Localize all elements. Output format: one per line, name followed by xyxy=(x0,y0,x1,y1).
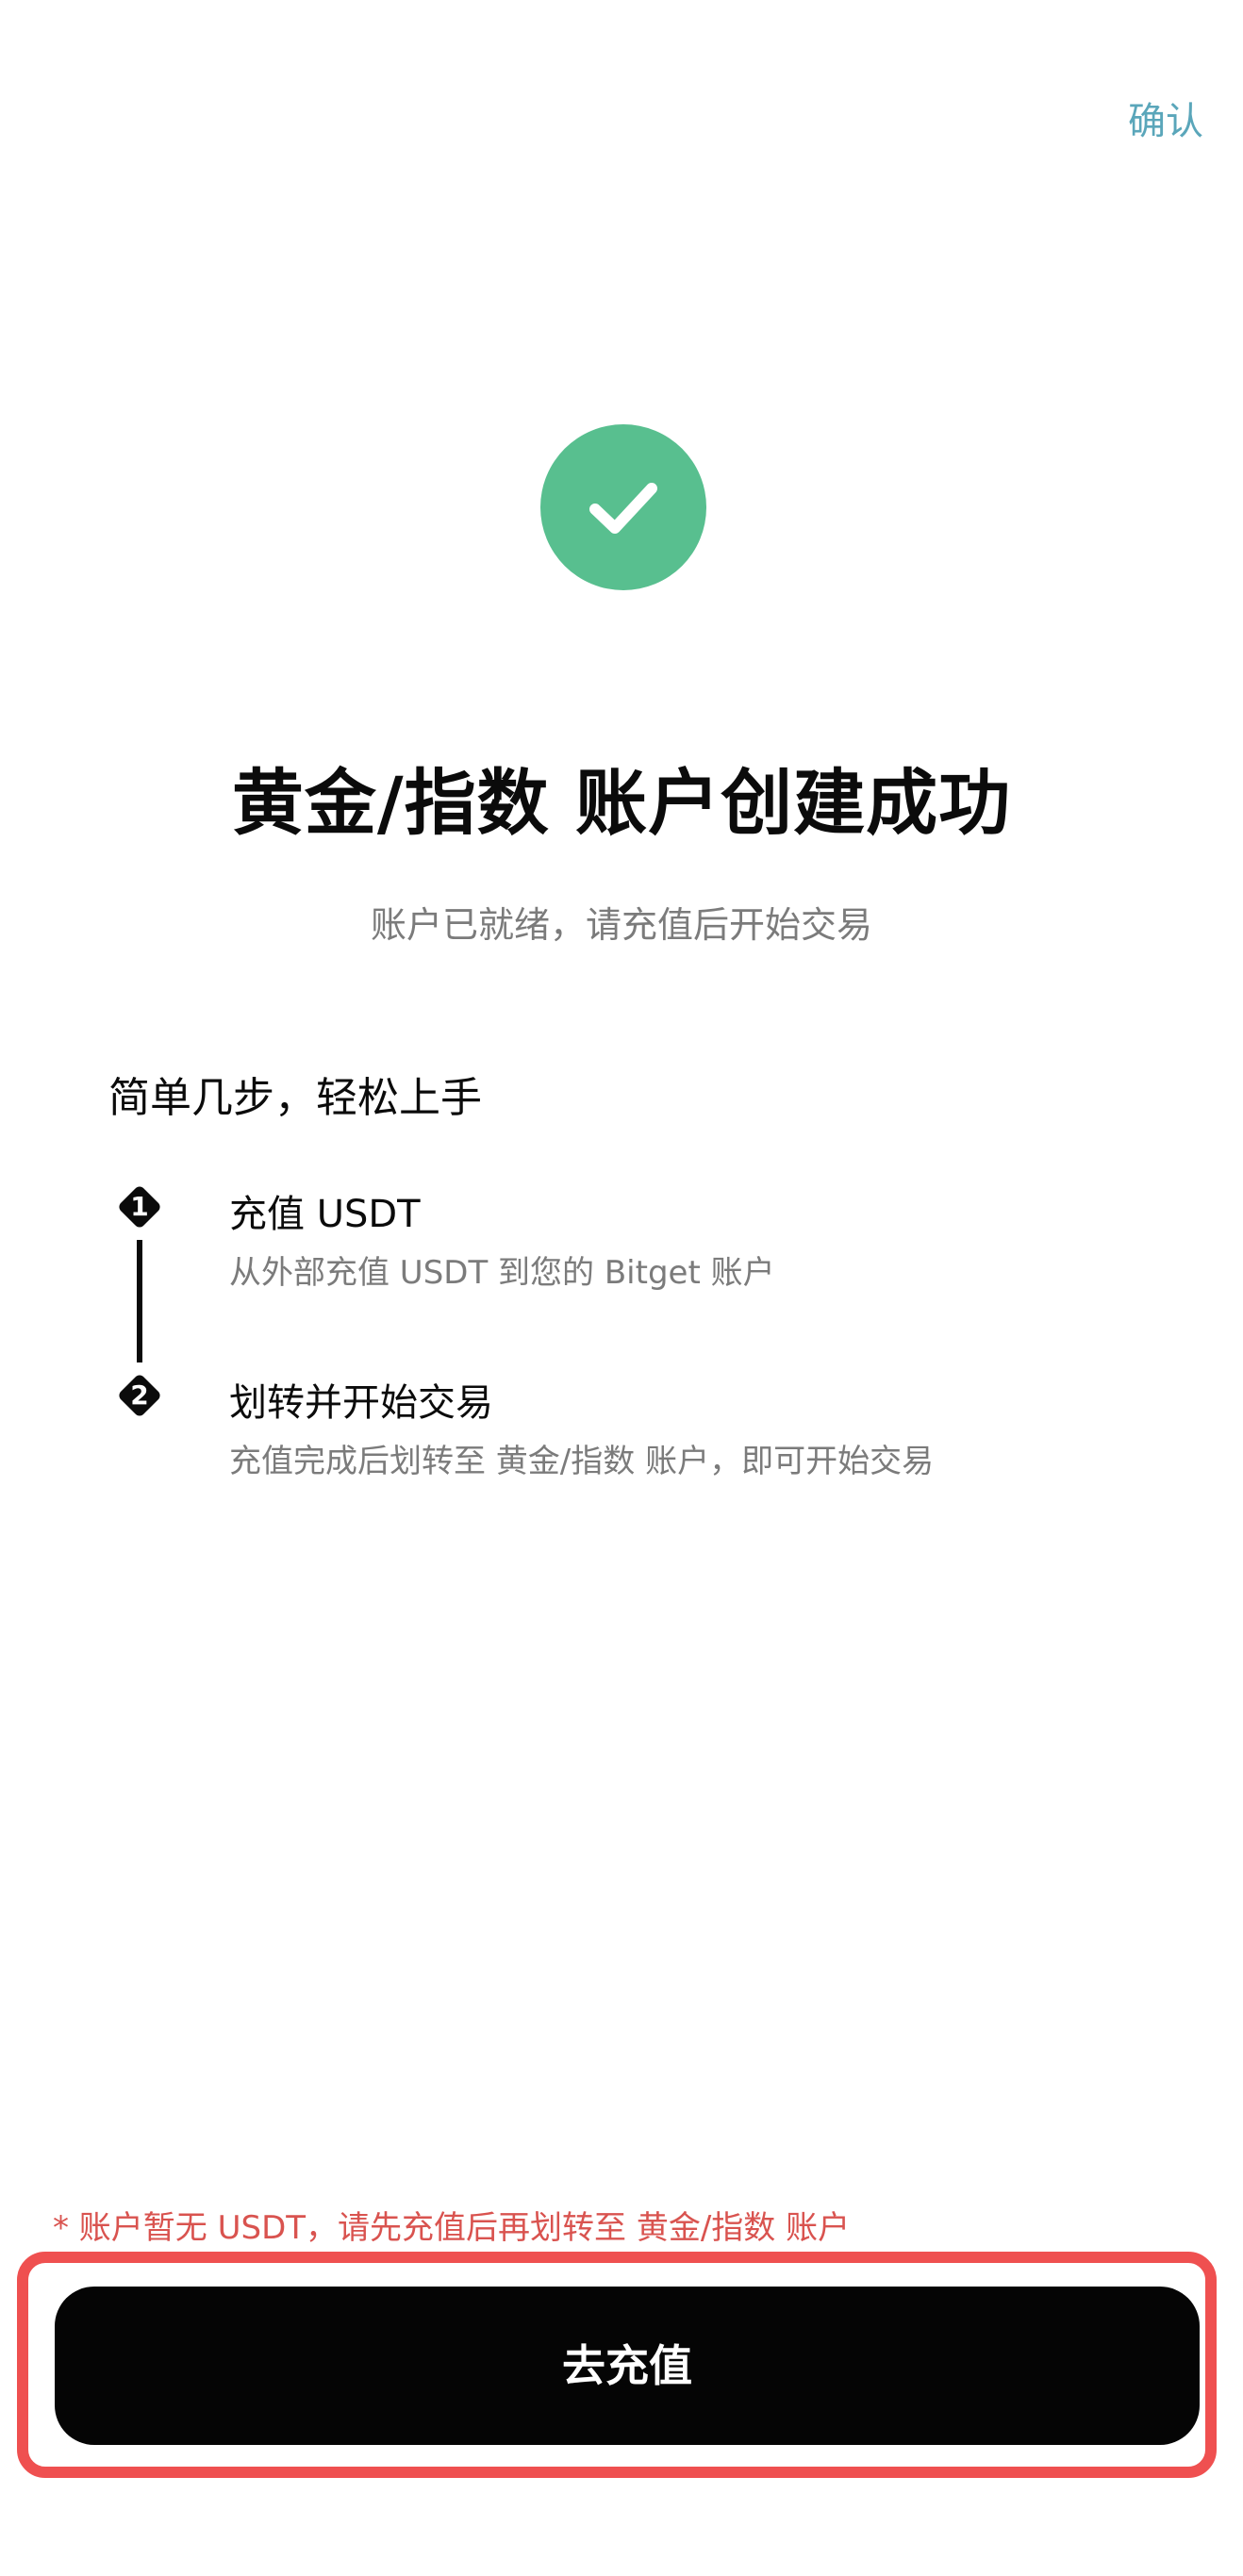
go-deposit-button[interactable]: 去充值 xyxy=(55,2287,1200,2445)
step-2-number: 2 xyxy=(130,1379,149,1411)
success-subtitle: 账户已就绪，请充值后开始交易 xyxy=(370,904,872,946)
step-1-description: 从外部充值 USDT 到您的 Bitget 账户 xyxy=(229,1254,775,1292)
success-check-icon xyxy=(540,424,706,590)
steps-heading: 简单几步，轻松上手 xyxy=(108,1074,482,1122)
success-title: 黄金/指数 账户创建成功 xyxy=(231,761,1012,845)
step-1-title: 充值 USDT xyxy=(229,1193,421,1236)
step-2-title: 划转并开始交易 xyxy=(229,1381,493,1425)
step-connector-line xyxy=(137,1240,142,1362)
step-2-description: 充值完成后划转至 黄金/指数 账户，即可开始交易 xyxy=(229,1443,935,1480)
confirm-button[interactable]: 确认 xyxy=(1128,91,1203,145)
checkmark-icon xyxy=(589,483,657,534)
step-1-number: 1 xyxy=(130,1191,149,1222)
no-usdt-warning: * 账户暂无 USDT，请先充值后再划转至 黄金/指数 账户 xyxy=(53,2209,851,2247)
